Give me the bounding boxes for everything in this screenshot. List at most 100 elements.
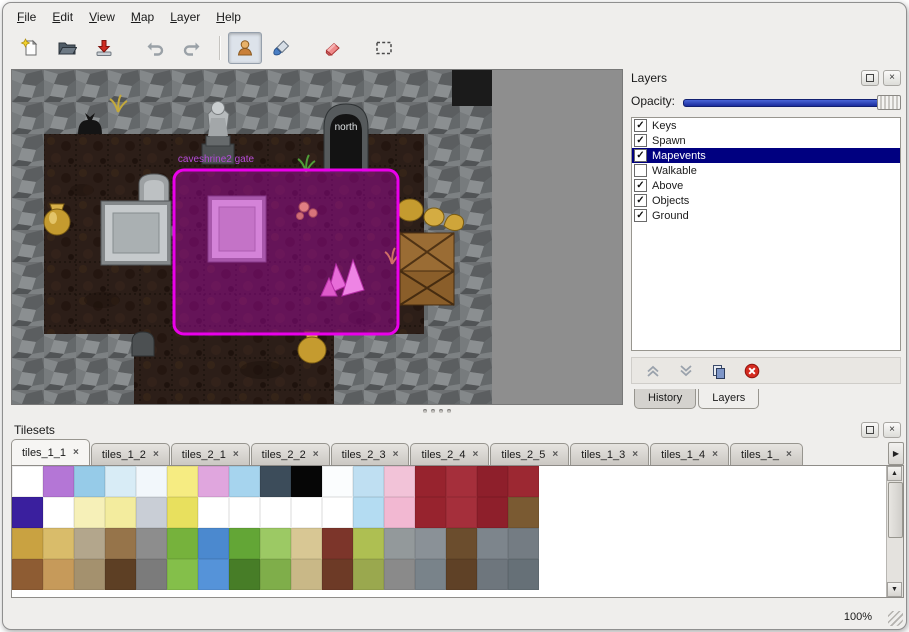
opacity-slider-handle[interactable] (877, 95, 901, 110)
tab-close-icon[interactable]: × (786, 449, 792, 460)
layer-delete-button[interactable] (743, 362, 761, 380)
palette-tile[interactable] (446, 559, 477, 590)
palette-tile[interactable] (105, 528, 136, 559)
palette-tile[interactable] (167, 528, 198, 559)
palette-tile[interactable] (43, 559, 74, 590)
palette-tile[interactable] (384, 497, 415, 528)
tab-close-icon[interactable]: × (632, 449, 638, 460)
tab-close-icon[interactable]: × (393, 449, 399, 460)
eraser-tool-button[interactable] (316, 32, 350, 64)
palette-tile[interactable] (384, 466, 415, 497)
palette-tile[interactable] (12, 466, 43, 497)
palette-tile[interactable] (229, 528, 260, 559)
layer-visible-checkbox[interactable]: ✓ (634, 149, 647, 162)
tileset-tab-tiles_1_4[interactable]: tiles_1_4× (650, 443, 729, 465)
tab-close-icon[interactable]: × (313, 449, 319, 460)
palette-tile[interactable] (477, 528, 508, 559)
palette-tile[interactable] (446, 528, 477, 559)
palette-tile[interactable] (353, 466, 384, 497)
palette-tile[interactable] (229, 497, 260, 528)
opacity-slider[interactable] (683, 94, 901, 109)
palette-tile[interactable] (477, 559, 508, 590)
palette-tile[interactable] (12, 559, 43, 590)
layer-row-keys[interactable]: ✓Keys (632, 118, 900, 133)
scrollbar-thumb[interactable] (888, 482, 903, 538)
tab-scroll-right-button[interactable]: ▶ (888, 442, 904, 465)
new-file-button[interactable] (13, 32, 47, 64)
palette-tile[interactable] (415, 497, 446, 528)
palette-tile[interactable] (353, 497, 384, 528)
tileset-tab-tiles_1_3[interactable]: tiles_1_3× (570, 443, 649, 465)
tab-close-icon[interactable]: × (712, 449, 718, 460)
palette-tile[interactable] (477, 497, 508, 528)
palette-tile[interactable] (229, 466, 260, 497)
layer-row-ground[interactable]: ✓Ground (632, 208, 900, 223)
palette-tile[interactable] (74, 528, 105, 559)
tab-history[interactable]: History (634, 389, 696, 409)
character-stamp-tool-button[interactable] (228, 32, 262, 64)
resize-grip[interactable] (888, 611, 903, 626)
palette-tile[interactable] (12, 528, 43, 559)
palette-tile[interactable] (167, 497, 198, 528)
tab-layers[interactable]: Layers (698, 389, 759, 409)
palette-tile[interactable] (198, 466, 229, 497)
menu-edit[interactable]: Edit (44, 7, 81, 27)
tab-close-icon[interactable]: × (233, 449, 239, 460)
layers-dock-float-button[interactable] (861, 70, 879, 86)
palette-tile[interactable] (105, 466, 136, 497)
palette-tile[interactable] (260, 559, 291, 590)
palette-tile[interactable] (322, 497, 353, 528)
layer-lower-button[interactable] (677, 362, 695, 380)
layer-row-above[interactable]: ✓Above (632, 178, 900, 193)
palette-tile[interactable] (291, 497, 322, 528)
layer-row-spawn[interactable]: ✓Spawn (632, 133, 900, 148)
tileset-tab-tiles_2_2[interactable]: tiles_2_2× (251, 443, 330, 465)
palette-tile[interactable] (105, 559, 136, 590)
tab-close-icon[interactable]: × (473, 449, 479, 460)
palette-tile[interactable] (322, 559, 353, 590)
tileset-palette[interactable]: ▲ ▼ (11, 465, 904, 598)
tab-close-icon[interactable]: × (552, 449, 558, 460)
layer-visible-checkbox[interactable]: ✓ (634, 209, 647, 222)
palette-tile[interactable] (74, 559, 105, 590)
tileset-tab-tiles_2_3[interactable]: tiles_2_3× (331, 443, 410, 465)
tilesets-dock-close-button[interactable]: × (883, 422, 901, 438)
tileset-tab-tiles_1_2[interactable]: tiles_1_2× (91, 443, 170, 465)
palette-tile[interactable] (43, 528, 74, 559)
tab-close-icon[interactable]: × (73, 447, 79, 458)
palette-tile[interactable] (353, 528, 384, 559)
redo-button[interactable] (175, 32, 209, 64)
palette-tile[interactable] (508, 528, 539, 559)
layer-visible-checkbox[interactable] (634, 164, 647, 177)
palette-tile[interactable] (353, 559, 384, 590)
opacity-slider-track[interactable] (683, 99, 899, 107)
scroll-down-button[interactable]: ▼ (887, 582, 902, 597)
splitter-handle[interactable] (423, 409, 451, 413)
palette-tile[interactable] (136, 559, 167, 590)
palette-tile[interactable] (508, 559, 539, 590)
palette-tile[interactable] (477, 466, 508, 497)
palette-tile[interactable] (415, 528, 446, 559)
palette-tile[interactable] (74, 497, 105, 528)
menu-layer[interactable]: Layer (162, 7, 208, 27)
palette-tile[interactable] (508, 497, 539, 528)
tilesets-dock-float-button[interactable] (861, 422, 879, 438)
palette-tile[interactable] (322, 528, 353, 559)
layer-duplicate-button[interactable] (710, 362, 728, 380)
tab-close-icon[interactable]: × (153, 449, 159, 460)
layer-visible-checkbox[interactable]: ✓ (634, 194, 647, 207)
tileset-tab-tiles_2_4[interactable]: tiles_2_4× (410, 443, 489, 465)
palette-tile[interactable] (105, 497, 136, 528)
palette-tile[interactable] (74, 466, 105, 497)
palette-scrollbar[interactable]: ▲ ▼ (886, 466, 903, 597)
palette-tile[interactable] (167, 559, 198, 590)
palette-tile[interactable] (12, 497, 43, 528)
open-button[interactable] (50, 32, 84, 64)
palette-tile[interactable] (446, 466, 477, 497)
palette-tile[interactable] (136, 497, 167, 528)
tileset-tab-tiles_2_1[interactable]: tiles_2_1× (171, 443, 250, 465)
palette-tile[interactable] (43, 497, 74, 528)
palette-tile[interactable] (260, 497, 291, 528)
tileset-tab-tiles_2_5[interactable]: tiles_2_5× (490, 443, 569, 465)
palette-tile[interactable] (384, 559, 415, 590)
